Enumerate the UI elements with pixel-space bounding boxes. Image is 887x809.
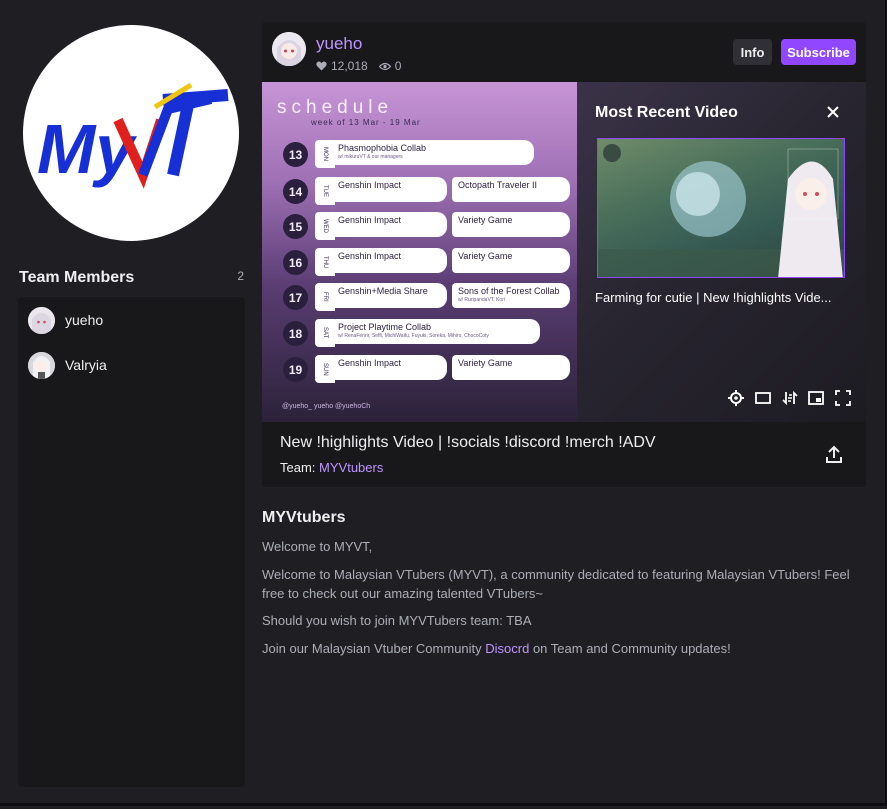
team-members-list: yueho Valryia [18, 297, 245, 787]
fullscreen-icon[interactable] [834, 389, 852, 407]
channel-avatar[interactable] [272, 32, 306, 66]
team-prefix: Team: [280, 460, 316, 475]
schedule-event-name: Genshin+Media Share [338, 286, 428, 296]
schedule-day-number: 19 [283, 357, 308, 382]
most-recent-video-heading: Most Recent Video [595, 104, 738, 121]
schedule-event-note: w/ RenaFenrir, Seffi, MichiWaifu, Fuyuki… [338, 333, 489, 339]
schedule-event-name: Genshin Impact [338, 180, 402, 190]
share-icon[interactable] [823, 444, 845, 466]
schedule-day-number: 14 [283, 179, 308, 204]
picture-in-picture-icon[interactable] [807, 389, 825, 407]
schedule-event-name: Variety Game [458, 251, 513, 261]
schedule-offline-image: schedule week of 13 Mar - 19 Mar 13 MON Ph… [262, 82, 577, 422]
schedule-event: Genshin Impact [332, 212, 447, 237]
most-recent-video-panel: Most Recent Video Farming for cutie | Ne… [577, 82, 866, 422]
avatar [28, 306, 55, 334]
clip-icon[interactable] [781, 389, 799, 407]
team-members-header: Team Members 2 [19, 267, 245, 289]
schedule-event-name: Genshin Impact [338, 251, 402, 261]
schedule-event-name: Variety Game [458, 215, 513, 225]
team-members-title: Team Members [19, 269, 135, 286]
schedule-event-name: Sons of the Forest Collab [458, 286, 560, 296]
schedule-event: Genshin+Media Share [332, 283, 447, 308]
likes-count: 12,018 [331, 59, 368, 73]
team-logo: My [23, 25, 239, 241]
gear-icon[interactable] [727, 389, 745, 407]
schedule-event-name: Genshin Impact [338, 215, 402, 225]
about-paragraph: Should you wish to join MYVTubers team: … [262, 613, 532, 628]
viewers-count: 0 [394, 59, 402, 73]
channel-header: yueho 12,018 0 Info Subscribe [262, 22, 866, 82]
heart-icon [316, 61, 327, 71]
channel-stats: 12,018 0 [316, 59, 412, 73]
schedule-event: Genshin Impact [332, 355, 447, 380]
info-button[interactable]: Info [733, 39, 772, 65]
close-icon[interactable] [823, 102, 843, 122]
schedule-footer: @yueho_ yueho @yuehoCh [282, 403, 371, 410]
team-members-count: 2 [237, 269, 244, 283]
member-item-valryia[interactable]: Valryia [28, 350, 235, 380]
schedule-event: Variety Game [452, 248, 570, 273]
schedule-event: Sons of the Forest Collab w/ RuripandaVT,… [452, 283, 570, 308]
featured-channel-card: yueho 12,018 0 Info Subscribe schedule w… [262, 22, 866, 487]
team-line: Team: MYVtubers [280, 460, 383, 475]
subscribe-button[interactable]: Subscribe [781, 39, 856, 65]
schedule-event-name: Variety Game [458, 358, 513, 368]
schedule-subtitle: week of 13 Mar - 19 Mar [311, 118, 421, 127]
recent-video-thumbnail[interactable] [597, 138, 845, 278]
about-paragraph: Welcome to MYVT, [262, 539, 373, 554]
schedule-event-note: w/ RuripandaVT, Kori [458, 297, 505, 303]
schedule-event-note: w/ mikuruVT & our managers [338, 154, 403, 160]
team-link[interactable]: MYVtubers [319, 460, 383, 475]
eye-icon [378, 62, 391, 70]
member-name: Valryia [65, 357, 107, 373]
about-paragraph: Join our Malaysian Vtuber Community Diso… [262, 639, 872, 658]
schedule-day-number: 16 [283, 250, 308, 275]
theatre-mode-icon[interactable] [754, 389, 772, 407]
schedule-day-number: 13 [283, 142, 308, 167]
schedule-event-name: Phasmophobia Collab [338, 143, 427, 153]
schedule-event: Variety Game [452, 212, 570, 237]
likes-stat: 12,018 [316, 59, 368, 73]
schedule-event: Genshin Impact [332, 248, 447, 273]
about-text: Join our Malaysian Vtuber Community [262, 641, 486, 656]
avatar [28, 351, 55, 379]
schedule-event: Variety Game [452, 355, 570, 380]
schedule-event: Octopath Traveler II [452, 177, 570, 202]
schedule-event-name: Project Playtime Collab [338, 322, 432, 332]
video-player[interactable]: schedule week of 13 Mar - 19 Mar 13 MON Ph… [262, 82, 866, 422]
schedule-day-number: 17 [283, 285, 308, 310]
about-title: MYVtubers [262, 509, 346, 526]
viewers-stat: 0 [378, 59, 402, 73]
member-name: yueho [65, 312, 104, 328]
about-text: on Team and Community updates! [529, 641, 731, 656]
stream-title: New !highlights Video | !socials !discor… [280, 434, 656, 451]
schedule-event: Phasmophobia Collab w/ mikuruVT & our man… [332, 140, 534, 165]
schedule-event-name: Octopath Traveler II [458, 180, 538, 190]
discord-link[interactable]: Disocrd [485, 641, 529, 656]
schedule-event-name: Genshin Impact [338, 358, 402, 368]
schedule-day-number: 15 [283, 214, 308, 239]
member-item-yueho[interactable]: yueho [28, 305, 235, 335]
schedule-event: Genshin Impact [332, 177, 447, 202]
schedule-day-number: 18 [283, 321, 308, 346]
channel-name-link[interactable]: yueho [316, 34, 362, 54]
recent-video-caption[interactable]: Farming for cutie | New !highlights Vide… [595, 290, 845, 305]
about-paragraph: Welcome to Malaysian VTubers (MYVT), a c… [262, 567, 850, 601]
schedule-title: schedule [277, 97, 394, 118]
schedule-event: Project Playtime Collab w/ RenaFenrir, Se… [332, 319, 540, 344]
